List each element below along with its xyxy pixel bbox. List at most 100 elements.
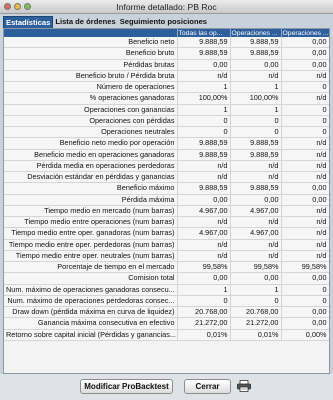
table-row[interactable]: Beneficio bruto / Pérdida bruta n/d n/d n/d bbox=[4, 70, 329, 83]
row-value: 0,00 bbox=[230, 194, 282, 206]
table-row[interactable]: Operaciones neutrales 0 0 0 bbox=[4, 126, 329, 139]
row-value: 9.888,59 bbox=[177, 47, 231, 60]
row-label: Pérdida media en operaciones perdedoras bbox=[4, 160, 178, 173]
row-value: n/d bbox=[230, 250, 282, 263]
table-row[interactable]: Ganancia máxima consecutiva en efectivo 2… bbox=[4, 317, 329, 330]
table-row[interactable]: Número de operaciones 1 1 0 bbox=[4, 81, 329, 94]
window-title: Informe detallado: PB Roc bbox=[116, 2, 217, 12]
row-value: 99,58% bbox=[177, 261, 231, 274]
column-header-trades-a[interactable]: Operaciones ... bbox=[230, 29, 282, 37]
row-value: 9.888,59 bbox=[177, 149, 231, 161]
table-row[interactable]: Tiempo medio en mercado (num barras) 4.96… bbox=[4, 205, 329, 218]
row-value: 0 bbox=[177, 295, 231, 308]
table-row[interactable]: Num. máximo de operaciones perdedoras co… bbox=[4, 295, 329, 308]
table-row[interactable]: Num. máximo de operaciones ganadoras con… bbox=[4, 284, 329, 296]
row-value: 0,00% bbox=[281, 329, 329, 341]
row-label: Retorno sobre capital inicial (Pérdidas … bbox=[4, 329, 178, 341]
table-row[interactable]: Tiempo medio entre oper. perdedoras (num… bbox=[4, 239, 329, 251]
column-header-all-trades[interactable]: Todas las op... bbox=[177, 29, 231, 37]
row-value: n/d bbox=[281, 227, 329, 240]
table-row[interactable]: Beneficio medio en operaciones ganadoras… bbox=[4, 149, 329, 161]
row-value: n/d bbox=[177, 160, 231, 173]
row-label: Número de operaciones bbox=[4, 81, 178, 94]
table-row[interactable]: Comision total 0,00 0,00 0,00 bbox=[4, 272, 329, 285]
row-label: Tiempo medio entre operaciones (num barr… bbox=[4, 216, 178, 229]
row-label: Num. máximo de operaciones ganadoras con… bbox=[4, 284, 178, 296]
row-value: 100,00% bbox=[177, 92, 231, 105]
table-row[interactable]: Tiempo medio entre oper. neutrales (num … bbox=[4, 250, 329, 263]
row-value: 21.272,00 bbox=[177, 317, 231, 330]
row-value: 0,00 bbox=[281, 317, 329, 330]
row-value: n/d bbox=[281, 70, 329, 83]
table-row[interactable]: Operaciones con pérdidas 0 0 0 bbox=[4, 115, 329, 128]
row-label: Beneficio máximo bbox=[4, 182, 178, 195]
row-value: 1 bbox=[177, 81, 231, 94]
row-value: 99,58% bbox=[230, 261, 282, 274]
row-value: 9.888,59 bbox=[177, 37, 231, 49]
row-value: 9.888,59 bbox=[230, 37, 282, 49]
row-value: 9.888,59 bbox=[177, 182, 231, 195]
row-value: 1 bbox=[230, 284, 282, 296]
row-label: Tiempo medio en mercado (num barras) bbox=[4, 205, 178, 218]
table-row[interactable]: Operaciones con ganancias 1 1 0 bbox=[4, 104, 329, 116]
table-row[interactable]: Pérdida media en operaciones perdedoras n… bbox=[4, 160, 329, 173]
tab-seguimiento-posiciones[interactable]: Seguimiento posiciones bbox=[118, 16, 209, 28]
close-button[interactable]: Cerrar bbox=[184, 379, 231, 394]
row-value: 1 bbox=[230, 81, 282, 94]
row-value: 0,00 bbox=[281, 272, 329, 285]
row-value: 1 bbox=[230, 104, 282, 116]
row-value: 20.768,00 bbox=[177, 306, 231, 319]
row-value: 0,00 bbox=[177, 272, 231, 285]
table-row[interactable]: Beneficio máximo 9.888,59 9.888,59 0,00 bbox=[4, 182, 329, 195]
tab-lista-ordenes[interactable]: Lista de órdenes bbox=[53, 16, 117, 28]
row-value: 9.888,59 bbox=[230, 137, 282, 150]
table-row[interactable]: Porcentaje de tiempo en el mercado 99,58%… bbox=[4, 261, 329, 274]
row-value: 0 bbox=[281, 284, 329, 296]
table-row[interactable]: Beneficio neto medio por operación 9.888,… bbox=[4, 137, 329, 150]
row-value: n/d bbox=[177, 171, 231, 184]
row-label: Operaciones con pérdidas bbox=[4, 115, 178, 128]
row-label: Draw down (pérdida máxima en curva de li… bbox=[4, 306, 178, 319]
modify-probacktest-button[interactable]: Modificar ProBacktest bbox=[80, 379, 173, 394]
row-value: n/d bbox=[281, 92, 329, 105]
row-value: 100,00% bbox=[230, 92, 282, 105]
row-label: Operaciones con ganancias bbox=[4, 104, 178, 116]
row-value: 1 bbox=[177, 284, 231, 296]
row-label: Beneficio bruto / Pérdida bruta bbox=[4, 70, 178, 83]
row-value: 0 bbox=[281, 295, 329, 308]
table-row[interactable]: Beneficio neto 9.888,59 9.888,59 0,00 bbox=[4, 37, 329, 49]
table-row[interactable]: % operaciones ganadoras 100,00% 100,00% n/d bbox=[4, 92, 329, 105]
row-label: Beneficio medio en operaciones ganadoras bbox=[4, 149, 178, 161]
stats-table: Todas las op... Operaciones ... Operacio… bbox=[4, 29, 329, 341]
table-row[interactable]: Tiempo medio entre oper. ganadoras (num … bbox=[4, 227, 329, 240]
row-value: n/d bbox=[281, 171, 329, 184]
row-value: 4.967,00 bbox=[177, 227, 231, 240]
row-label: Desviación estándar en pérdidas y gananc… bbox=[4, 171, 178, 184]
row-value: 4.967,00 bbox=[177, 205, 231, 218]
row-label: Num. máximo de operaciones perdedoras co… bbox=[4, 295, 178, 308]
stats-panel: Todas las op... Operaciones ... Operacio… bbox=[3, 28, 330, 374]
row-label: Tiempo medio entre oper. neutrales (num … bbox=[4, 250, 178, 263]
row-value: n/d bbox=[230, 216, 282, 229]
table-row[interactable]: Pérdidas brutas 0,00 0,00 0,00 bbox=[4, 59, 329, 71]
table-row[interactable]: Pérdida máxima 0,00 0,00 0,00 bbox=[4, 194, 329, 206]
button-bar: Modificar ProBacktest Cerrar bbox=[0, 374, 333, 400]
row-value: 9.888,59 bbox=[230, 47, 282, 60]
table-row[interactable]: Beneficio bruto 9.888,59 9.888,59 0,00 bbox=[4, 47, 329, 60]
row-value: 0 bbox=[281, 81, 329, 94]
row-value: n/d bbox=[281, 137, 329, 150]
table-row[interactable]: Retorno sobre capital inicial (Pérdidas … bbox=[4, 329, 329, 341]
row-label: Tiempo medio entre oper. ganadoras (num … bbox=[4, 227, 178, 240]
row-value: 0 bbox=[281, 126, 329, 139]
column-header-label[interactable] bbox=[4, 29, 178, 37]
row-value: n/d bbox=[281, 216, 329, 229]
column-header-trades-b[interactable]: Operaciones ... bbox=[281, 29, 329, 37]
table-row[interactable]: Draw down (pérdida máxima en curva de li… bbox=[4, 306, 329, 319]
printer-icon[interactable] bbox=[237, 380, 251, 392]
row-value: 0,00 bbox=[281, 306, 329, 319]
table-row[interactable]: Desviación estándar en pérdidas y gananc… bbox=[4, 171, 329, 184]
row-value: n/d bbox=[177, 239, 231, 251]
row-label: % operaciones ganadoras bbox=[4, 92, 178, 105]
table-row[interactable]: Tiempo medio entre operaciones (num barr… bbox=[4, 216, 329, 229]
row-value: 0,00 bbox=[281, 47, 329, 60]
